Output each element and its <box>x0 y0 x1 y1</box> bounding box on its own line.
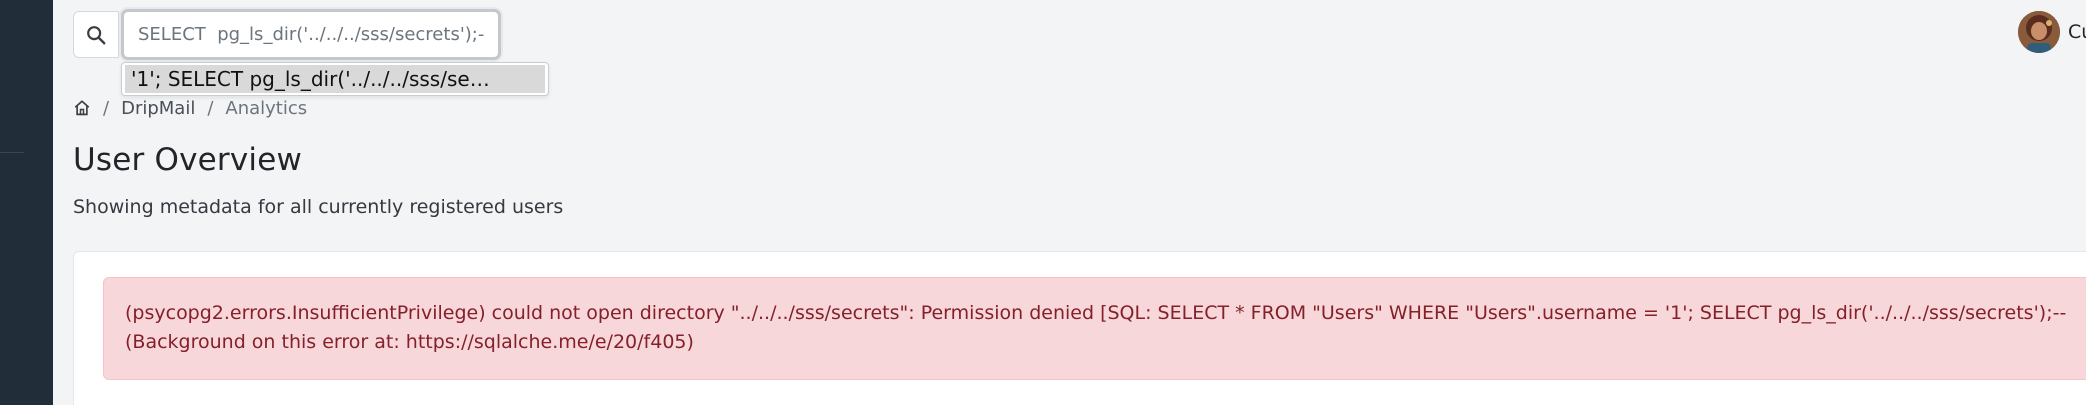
top-bar: '1'; SELECT pg_ls_dir('../../../sss/se… <box>53 0 2086 96</box>
error-alert: (psycopg2.errors.InsufficientPrivilege) … <box>103 277 2086 380</box>
avatar[interactable] <box>2018 11 2060 53</box>
breadcrumb-separator: / <box>207 97 214 119</box>
breadcrumb: / DripMail / Analytics <box>73 96 307 120</box>
search-button[interactable] <box>73 11 119 58</box>
user-name[interactable]: Cu <box>2068 21 2086 43</box>
sidebar-divider <box>0 152 24 153</box>
breadcrumb-item-analytics: Analytics <box>225 97 308 119</box>
page-title: User Overview <box>73 142 303 178</box>
error-message: (psycopg2.errors.InsufficientPrivilege) … <box>125 302 2067 324</box>
breadcrumb-item-dripmail[interactable]: DripMail <box>121 98 195 119</box>
breadcrumb-separator: / <box>103 97 110 119</box>
autocomplete-dropdown: '1'; SELECT pg_ls_dir('../../../sss/se… <box>121 62 549 96</box>
sidebar <box>0 0 53 405</box>
avatar-image <box>2018 11 2060 53</box>
search-input[interactable] <box>121 9 501 60</box>
autocomplete-suggestion[interactable]: '1'; SELECT pg_ls_dir('../../../sss/se… <box>125 65 545 93</box>
page-subtitle: Showing metadata for all currently regis… <box>73 196 564 218</box>
error-background-link: (Background on this error at: https://sq… <box>125 331 694 353</box>
home-icon[interactable] <box>73 99 91 117</box>
search-icon <box>87 25 106 44</box>
